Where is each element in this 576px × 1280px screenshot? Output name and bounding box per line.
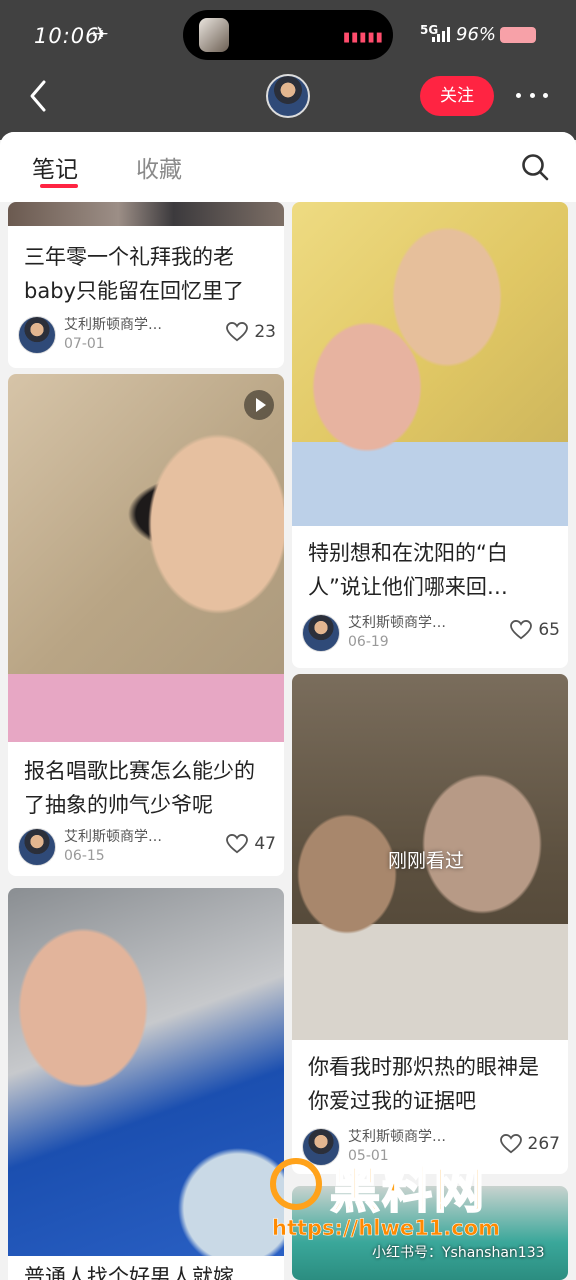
note-card[interactable]: 特别想和在沈阳的“白人”说让他们哪来回… 艾利斯顿商学… 06-19 65 [292, 202, 568, 668]
note-title: 你看我时那炽热的眼神是你爱过我的证据吧 [308, 1055, 539, 1113]
status-bar: 10:06 ✈ ▮▮▮▮▮ 5G 96% [0, 0, 576, 70]
media-thumbnail [199, 18, 229, 52]
note-date: 06-19 [348, 634, 389, 650]
note-cover-image [8, 202, 284, 226]
author-name[interactable]: 艾利斯顿商学… [64, 826, 162, 846]
like-button[interactable]: 23 [226, 322, 276, 342]
note-title: 报名唱歌比赛怎么能少的了抽象的帅气少爷呢 [24, 759, 255, 817]
note-meta: 艾利斯顿商学… 06-19 65 [302, 612, 562, 654]
watermark-logo [270, 1158, 322, 1210]
note-card[interactable]: 报名唱歌比赛怎么能少的了抽象的帅气少爷呢 艾利斯顿商学… 06-15 47 [8, 374, 284, 876]
note-date: 06-15 [64, 848, 105, 864]
note-cover-image [292, 202, 568, 526]
signal-icon [432, 26, 450, 42]
more-icon[interactable] [516, 88, 548, 102]
watermark-title: 黑料网 [329, 1160, 486, 1220]
like-button[interactable]: 65 [510, 620, 560, 640]
play-icon[interactable] [244, 390, 274, 420]
recently-viewed-label: 刚刚看过 [388, 850, 465, 872]
heart-icon [510, 620, 533, 640]
like-count: 47 [254, 834, 276, 854]
tab-notes[interactable]: 笔记 [32, 150, 78, 184]
note-date: 07-01 [64, 336, 105, 352]
watermark-url: https://hlwe11.com [272, 1216, 501, 1241]
note-card[interactable]: 三年零一个礼拜我的老baby只能留在回忆里了 艾利斯顿商学… 07-01 23 [8, 202, 284, 368]
follow-button[interactable]: 关注 [420, 76, 494, 116]
author-avatar[interactable] [302, 614, 340, 652]
top-bar: 10:06 ✈ ▮▮▮▮▮ 5G 96% 关注 [0, 0, 576, 140]
author-name[interactable]: 艾利斯顿商学… [348, 612, 446, 632]
author-avatar[interactable] [18, 316, 56, 354]
audio-wave-icon: ▮▮▮▮▮ [343, 30, 384, 45]
author-avatar[interactable] [18, 828, 56, 866]
like-button[interactable]: 47 [226, 834, 276, 854]
profile-avatar[interactable] [266, 74, 310, 118]
note-cover-image [8, 888, 284, 1256]
search-icon[interactable] [520, 152, 550, 182]
note-title: 三年零一个礼拜我的老baby只能留在回忆里了 [24, 245, 244, 303]
note-cover-image [8, 374, 284, 742]
note-card[interactable]: 刚刚看过 你看我时那炽热的眼神是你爱过我的证据吧 [292, 674, 568, 1174]
active-tab-indicator [40, 184, 78, 188]
note-title: 特别想和在沈阳的“白人”说让他们哪来回… [308, 541, 508, 599]
like-count: 23 [254, 322, 276, 342]
tab-favorites[interactable]: 收藏 [136, 150, 182, 184]
author-name[interactable]: 艾利斯顿商学… [348, 1126, 446, 1146]
author-name[interactable]: 艾利斯顿商学… [64, 314, 162, 334]
dynamic-island[interactable]: ▮▮▮▮▮ [183, 10, 393, 60]
battery-icon [500, 27, 536, 43]
tab-bar: 笔记 收藏 [0, 132, 576, 202]
back-icon[interactable] [24, 76, 56, 116]
battery-level: 96% [456, 24, 497, 45]
note-meta: 艾利斯顿商学… 06-15 47 [18, 826, 278, 868]
like-count: 65 [538, 620, 560, 640]
note-meta: 艾利斯顿商学… 07-01 23 [18, 314, 278, 356]
redbook-id: 小红书号：Yshanshan133 [372, 1245, 545, 1261]
telegram-icon: ✈ [92, 22, 109, 46]
note-title: 普通人找个好男人就嫁 [24, 1265, 234, 1280]
profile-navbar: 关注 [0, 70, 576, 132]
status-time: 10:06 [34, 24, 100, 48]
heart-icon [226, 322, 249, 342]
heart-icon [226, 834, 249, 854]
content-sheet: 笔记 收藏 三年零一个礼拜我的老baby只能留在回忆里了 艾利斯顿商学… 07-… [0, 132, 576, 1280]
note-card[interactable]: 普通人找个好男人就嫁 [8, 888, 284, 1280]
